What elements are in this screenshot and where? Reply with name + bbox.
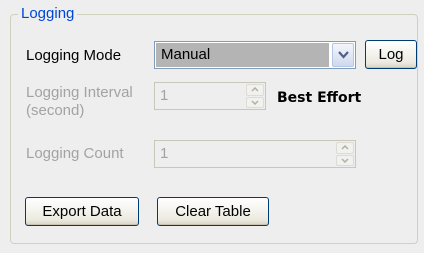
log-button-label: Log — [378, 46, 404, 63]
spin-down-icon[interactable] — [246, 96, 264, 108]
best-effort-note: Best Effort — [277, 90, 362, 106]
logging-interval-unit-label: (second) — [26, 102, 85, 119]
log-button[interactable]: Log — [365, 40, 417, 69]
export-data-button[interactable]: Export Data — [25, 197, 139, 226]
export-data-label: Export Data — [42, 203, 122, 220]
chevron-down-icon[interactable] — [332, 43, 354, 67]
clear-table-button[interactable]: Clear Table — [157, 197, 269, 226]
logging-count-value: 1 — [160, 145, 169, 162]
logging-count-label: Logging Count — [26, 145, 124, 162]
logging-mode-value: Manual — [156, 43, 329, 67]
logging-interval-stepper[interactable]: 1 — [154, 82, 266, 110]
spin-up-icon[interactable] — [246, 84, 264, 96]
logging-group-title: Logging — [18, 4, 78, 24]
spin-down-icon[interactable] — [336, 154, 354, 166]
logging-mode-label: Logging Mode — [26, 47, 122, 64]
logging-interval-label: Logging Interval — [26, 84, 133, 101]
spin-up-icon[interactable] — [336, 142, 354, 154]
logging-mode-select[interactable]: Manual — [154, 41, 356, 69]
logging-interval-value: 1 — [160, 87, 169, 104]
logging-count-stepper[interactable]: 1 — [154, 140, 356, 168]
clear-table-label: Clear Table — [175, 203, 251, 220]
